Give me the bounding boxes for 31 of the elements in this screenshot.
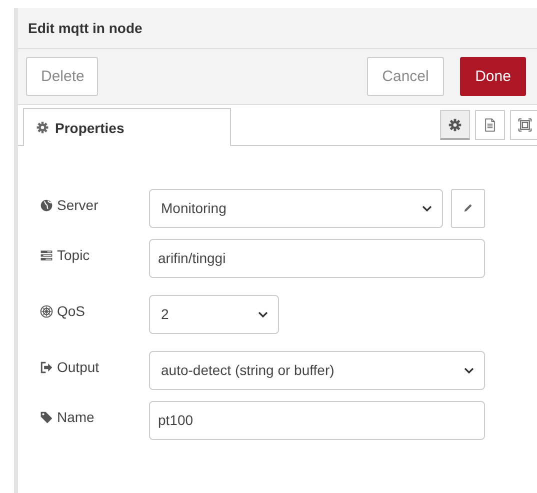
field-label: Server xyxy=(57,197,98,213)
cancel-button[interactable]: Cancel xyxy=(367,57,444,96)
properties-tab[interactable]: Properties xyxy=(23,108,231,146)
field-label: Name xyxy=(57,409,94,425)
chevron-icon xyxy=(422,204,432,212)
chevron-icon xyxy=(464,366,474,374)
field-label: Topic xyxy=(57,247,90,263)
dropdown[interactable]: 2 xyxy=(149,294,279,334)
window-title: Edit mqtt in node xyxy=(28,20,142,36)
field-label: QoS xyxy=(57,303,86,319)
document-icon xyxy=(483,118,497,132)
delete-button[interactable]: Delete xyxy=(26,57,98,96)
exit-icon xyxy=(40,360,53,374)
text-field[interactable]: pt100 xyxy=(149,400,485,440)
list-icon xyxy=(40,248,53,262)
text-field[interactable]: arifin/tinggi xyxy=(149,238,485,278)
field-label: Output xyxy=(57,359,100,375)
settings-icon xyxy=(448,118,462,132)
globe-icon xyxy=(40,198,53,212)
frame-icon xyxy=(518,118,532,132)
done-button[interactable]: Done xyxy=(460,57,526,96)
chevron-icon xyxy=(258,310,268,318)
gear-icon xyxy=(36,121,49,134)
frame-tab[interactable] xyxy=(510,110,537,140)
pencil-icon xyxy=(462,202,474,214)
document-tab[interactable] xyxy=(475,110,505,140)
badge-icon xyxy=(40,304,53,318)
dropdown[interactable]: auto-detect (string or buffer) xyxy=(149,350,485,390)
dropdown[interactable]: Monitoring xyxy=(149,188,443,228)
settings-tab[interactable] xyxy=(440,110,470,140)
tag-icon xyxy=(40,410,53,424)
